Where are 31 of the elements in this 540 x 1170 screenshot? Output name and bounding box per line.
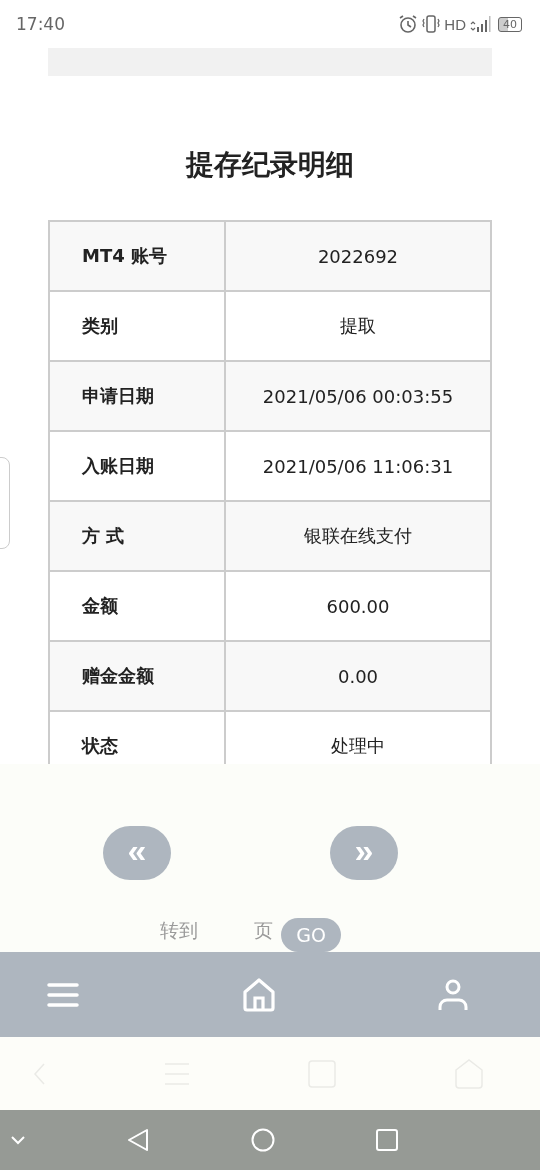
battery-indicator: 40: [498, 16, 522, 32]
page-label: 页: [254, 918, 273, 943]
table-cell-text: 600.00: [325, 594, 391, 619]
table-cell: 入账日期: [50, 432, 226, 500]
table-cell: 类别: [50, 292, 226, 360]
table-cell: 申请日期: [50, 362, 226, 430]
jump-label: 转到: [160, 918, 198, 943]
table-cell-text: 2022692: [316, 244, 400, 269]
network-label: HD: [444, 15, 466, 33]
alarm-icon: [398, 14, 419, 34]
table-cell-text: 提取: [339, 314, 377, 338]
user-icon[interactable]: [438, 977, 468, 1012]
recents-icon[interactable]: [376, 1129, 398, 1151]
go-button[interactable]: GO: [281, 918, 341, 952]
table-cell-text: 2021/05/06 11:06:31: [261, 454, 455, 479]
clock: 17:40: [16, 14, 65, 34]
table-cell-text: 处理中: [330, 734, 386, 758]
previous-page-button[interactable]: «: [103, 826, 171, 880]
back-icon[interactable]: [127, 1128, 150, 1152]
page-title: 提存纪录明细: [184, 147, 355, 183]
table-cell: 方 式: [50, 502, 226, 570]
next-page-button[interactable]: »: [330, 826, 398, 880]
vibrate-icon: [421, 14, 442, 34]
table-cell: 金额: [50, 572, 226, 640]
table-cell: MT4 账号: [50, 222, 226, 290]
table-cell: 赠金金额: [50, 642, 226, 710]
signal-icon: [469, 14, 491, 34]
table-cell-text: 2021/05/06 00:03:55: [261, 384, 455, 409]
table-cell-text: 0.00: [336, 664, 380, 689]
table-cell-text: 银联在线支付: [303, 524, 413, 548]
collapse-icon[interactable]: [10, 1135, 26, 1145]
